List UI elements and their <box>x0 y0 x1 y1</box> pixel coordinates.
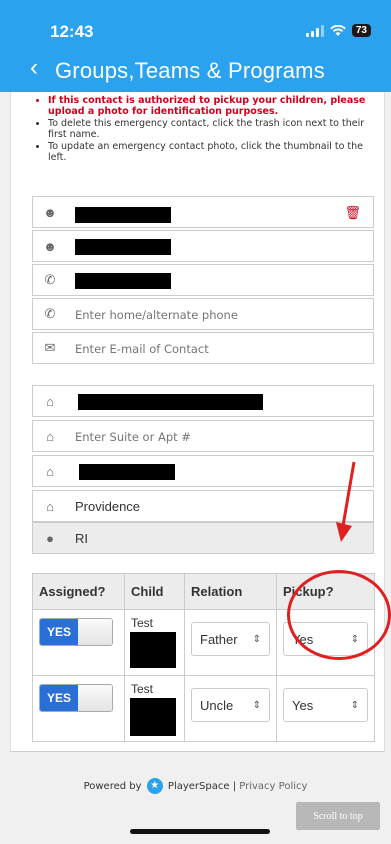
assigned-cell: YES <box>32 675 125 742</box>
pickup-select[interactable]: Yes ⇕ <box>283 688 368 722</box>
sort-caret-icon: ⇕ <box>350 699 359 711</box>
city-field[interactable]: ⌂ Providence <box>32 490 374 522</box>
suite-input[interactable] <box>75 430 355 444</box>
address-line2-field[interactable]: ⌂ <box>32 455 374 487</box>
home-icon: ⌂ <box>46 393 54 409</box>
sort-caret-icon: ⇕ <box>350 633 359 645</box>
status-time: 12:43 <box>50 22 94 41</box>
powered-by-text: Powered by <box>83 781 142 792</box>
envelope-icon: ✉ <box>44 340 56 355</box>
relation-select[interactable]: Father ⇕ <box>191 622 270 656</box>
relation-cell: Uncle ⇕ <box>184 675 277 742</box>
home-indicator <box>130 829 270 834</box>
state-value: RI <box>75 531 88 546</box>
wifi-icon <box>330 24 346 36</box>
pickup-cell: Yes ⇕ <box>276 609 375 676</box>
assigned-toggle[interactable]: YES <box>39 684 113 712</box>
sort-caret-icon: ⇕ <box>252 699 261 711</box>
pickup-cell: Yes ⇕ <box>276 675 375 742</box>
relation-cell: Father ⇕ <box>184 609 277 676</box>
header-pickup: Pickup? <box>276 573 375 610</box>
redacted-child-name <box>130 632 176 668</box>
redacted-address <box>79 464 175 480</box>
page-title: Groups,Teams & Programs <box>55 58 325 83</box>
home-phone-field[interactable]: ✆ <box>32 298 374 330</box>
phone-icon: ✆ <box>44 272 56 287</box>
phone-icon: ✆ <box>44 306 56 321</box>
status-icons: 73 <box>305 24 371 37</box>
battery-indicator: 73 <box>351 24 371 37</box>
brand-name: PlayerSpace <box>167 781 230 792</box>
last-name-field[interactable]: ☻ <box>32 230 374 262</box>
toggle-knob <box>78 619 112 645</box>
footer: Powered by ★ PlayerSpace | Privacy Polic… <box>0 778 391 794</box>
child-cell: Test <box>124 675 185 742</box>
relation-value: Father <box>200 631 238 647</box>
state-field: ● RI <box>32 522 374 554</box>
redacted-child-name <box>130 698 176 736</box>
app-header: 12:43 73 ‹ Groups,Teams & Programs <box>0 0 391 92</box>
note-delete: To delete this emergency contact, click … <box>48 118 373 140</box>
home-phone-input[interactable] <box>75 308 355 322</box>
redacted-street <box>78 394 263 410</box>
note-update-photo: To update an emergency contact photo, cl… <box>48 141 373 163</box>
chevron-left-icon[interactable]: ‹ <box>30 56 38 80</box>
redacted-first-name <box>75 207 171 223</box>
toggle-label: YES <box>40 685 78 711</box>
redacted-last-name <box>75 239 171 255</box>
globe-icon: ● <box>46 530 54 546</box>
privacy-policy-link[interactable]: Privacy Policy <box>239 781 307 792</box>
toggle-label: YES <box>40 619 78 645</box>
child-name: Test <box>131 616 154 630</box>
relation-value: Uncle <box>200 697 234 713</box>
home-icon: ⌂ <box>46 463 54 479</box>
table-row: YES Test Father ⇕ Yes ⇕ <box>32 609 375 676</box>
pickup-value: Yes <box>292 631 314 647</box>
pickup-value: Yes <box>292 697 314 713</box>
redacted-phone <box>75 273 171 289</box>
trash-icon[interactable]: 🗑 <box>344 205 361 221</box>
assigned-cell: YES <box>32 609 125 676</box>
signal-icon <box>305 24 324 37</box>
home-icon: ⌂ <box>46 498 54 514</box>
playerspace-logo-icon: ★ <box>146 778 163 794</box>
sort-caret-icon: ⇕ <box>252 633 261 645</box>
note-photo: If this contact is authorized to pickup … <box>48 95 373 117</box>
street-field[interactable]: ⌂ <box>32 385 374 417</box>
user-icon: ☻ <box>43 238 57 254</box>
header-relation: Relation <box>184 573 277 610</box>
suite-field[interactable]: ⌂ <box>32 420 374 452</box>
first-name-field[interactable]: ☻ 🗑 <box>32 196 374 228</box>
header-assigned: Assigned? <box>32 573 125 610</box>
child-cell: Test <box>124 609 185 676</box>
toggle-knob <box>78 685 112 711</box>
instructions-list: If this contact is authorized to pickup … <box>48 95 373 164</box>
scroll-to-top-button[interactable]: Scroll to top <box>296 802 380 830</box>
child-name: Test <box>131 682 154 696</box>
email-field[interactable]: ✉ <box>32 332 374 364</box>
user-icon: ☻ <box>43 204 57 220</box>
child-assignment-table: Assigned? Child Relation Pickup? YES Tes… <box>32 573 375 742</box>
pickup-select[interactable]: Yes ⇕ <box>283 622 368 656</box>
table-row: YES Test Uncle ⇕ Yes ⇕ <box>32 675 375 742</box>
email-input[interactable] <box>75 342 355 356</box>
city-value: Providence <box>75 499 141 514</box>
relation-select[interactable]: Uncle ⇕ <box>191 688 270 722</box>
header-child: Child <box>124 573 185 610</box>
assigned-toggle[interactable]: YES <box>39 618 113 646</box>
mobile-phone-field[interactable]: ✆ <box>32 264 374 296</box>
separator: | <box>232 781 237 792</box>
home-icon: ⌂ <box>46 428 54 444</box>
